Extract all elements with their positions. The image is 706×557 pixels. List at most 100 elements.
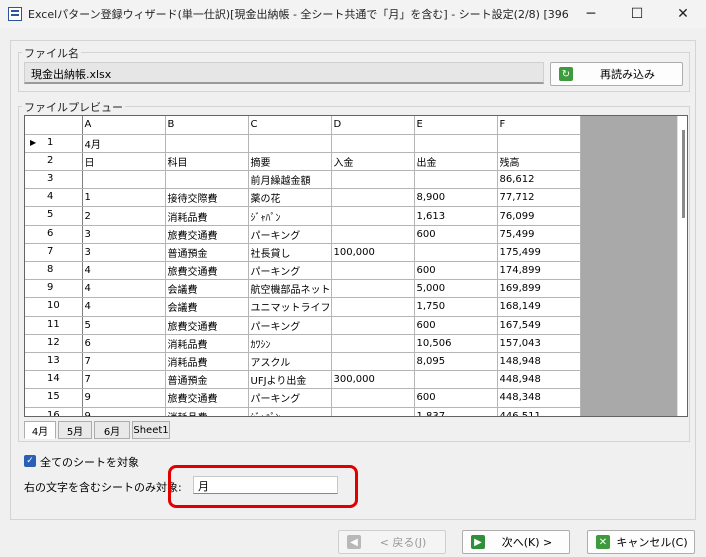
table-cell[interactable]: 600: [414, 388, 498, 408]
table-cell[interactable]: [331, 261, 415, 281]
table-cell[interactable]: 消耗品費: [165, 352, 249, 372]
table-cell[interactable]: 旅費交通費: [165, 225, 249, 244]
table-cell[interactable]: 摘要: [248, 152, 332, 172]
table-cell[interactable]: 77,712: [497, 188, 581, 208]
table-cell[interactable]: 9: [82, 407, 166, 416]
table-cell[interactable]: 3: [82, 225, 166, 244]
table-cell[interactable]: 4: [82, 297, 166, 317]
table-cell[interactable]: [331, 170, 415, 190]
preview-grid[interactable]: A B C D E F ▶ 1 4月 2 日科目 摘要 入金 出金 残高 3 前月繰越金額 86,612 4 1 接待交…: [24, 115, 688, 417]
table-cell[interactable]: 科目: [165, 152, 249, 172]
table-cell[interactable]: 1,837: [414, 407, 498, 416]
table-cell[interactable]: 薬の花: [248, 188, 332, 208]
table-row[interactable]: 9 4会議費航空機部品ネット... 5,000169,899: [25, 279, 581, 299]
table-cell[interactable]: [331, 188, 415, 208]
table-cell[interactable]: [331, 297, 415, 317]
table-cell[interactable]: 消耗品費: [165, 334, 249, 353]
row-header[interactable]: 15: [25, 388, 83, 408]
table-cell[interactable]: パーキング: [248, 261, 332, 281]
table-cell[interactable]: 300,000: [331, 370, 415, 390]
table-cell[interactable]: 8,900: [414, 188, 498, 208]
cancel-button[interactable]: ✕ キャンセル(C): [587, 530, 695, 554]
table-row[interactable]: 15 9 旅費交通費 パーキング 600 448,348: [25, 388, 581, 408]
table-cell[interactable]: 7: [82, 370, 166, 390]
table-row[interactable]: ▶ 1 4月: [25, 134, 581, 153]
table-cell[interactable]: 9: [82, 388, 166, 408]
table-cell[interactable]: パーキング: [248, 225, 332, 244]
table-row[interactable]: 12 6 消耗品費 ｶﾜｼﾝ 10,506 157,043: [25, 334, 581, 353]
table-cell[interactable]: 3: [82, 243, 166, 263]
table-cell[interactable]: [331, 352, 415, 372]
table-cell[interactable]: ｼﾞｬﾊﾟﾝ: [248, 407, 332, 416]
table-cell[interactable]: ｶﾜｼﾝ: [248, 334, 332, 353]
table-cell[interactable]: 旅費交通費: [165, 316, 249, 335]
table-cell[interactable]: 2: [82, 206, 166, 226]
table-cell[interactable]: [331, 316, 415, 335]
minimize-button[interactable]: ─: [568, 0, 614, 28]
table-row[interactable]: 7 3 普通預金 社長貸し 100,000 175,499: [25, 243, 581, 263]
row-header[interactable]: 13: [25, 352, 83, 372]
table-cell[interactable]: 100,000: [331, 243, 415, 263]
next-button[interactable]: ▶ 次へ(K) >: [462, 530, 570, 554]
table-cell[interactable]: パーキング: [248, 388, 332, 408]
table-row[interactable]: 8 4 旅費交通費 パーキング 600 174,899: [25, 261, 581, 281]
all-sheets-label[interactable]: 全てのシートを対象: [40, 454, 139, 470]
table-cell[interactable]: 消耗品費: [165, 206, 249, 226]
table-cell[interactable]: 5,000: [414, 279, 498, 299]
table-cell[interactable]: [331, 279, 415, 299]
table-cell[interactable]: 1,613: [414, 206, 498, 226]
table-cell[interactable]: 8,095: [414, 352, 498, 372]
table-cell[interactable]: UFJより出金: [248, 370, 332, 390]
table-cell[interactable]: 4: [82, 279, 166, 299]
table-cell[interactable]: 448,948: [497, 370, 581, 390]
table-cell[interactable]: 残高: [497, 152, 581, 172]
close-button[interactable]: ✕: [660, 0, 706, 28]
table-row[interactable]: 14 7 普通預金 UFJより出金 300,000 448,948: [25, 370, 581, 390]
table-cell[interactable]: 86,612: [497, 170, 581, 190]
row-header[interactable]: 6: [25, 225, 83, 244]
back-button[interactable]: ◀ < 戻る(J): [338, 530, 446, 554]
table-cell[interactable]: ユニマットライフ: [248, 297, 332, 317]
table-cell[interactable]: 1,750: [414, 297, 498, 317]
table-cell[interactable]: 7: [82, 352, 166, 372]
table-cell[interactable]: ｼﾞｬﾊﾟﾝ: [248, 206, 332, 226]
row-header[interactable]: 7: [25, 243, 83, 263]
table-row[interactable]: 11 5 旅費交通費 パーキング 600 167,549: [25, 316, 581, 335]
table-cell[interactable]: 旅費交通費: [165, 388, 249, 408]
table-cell[interactable]: 600: [414, 316, 498, 335]
table-cell[interactable]: 167,549: [497, 316, 581, 335]
table-cell[interactable]: 600: [414, 225, 498, 244]
table-cell[interactable]: [165, 170, 249, 190]
table-cell[interactable]: 148,948: [497, 352, 581, 372]
table-cell[interactable]: [331, 225, 415, 244]
table-cell[interactable]: 入金: [331, 152, 415, 172]
row-header[interactable]: 9: [25, 279, 83, 299]
row-header[interactable]: 5: [25, 206, 83, 226]
table-row[interactable]: 6 3 旅費交通費 パーキング 600 75,499: [25, 225, 581, 244]
table-cell[interactable]: [331, 388, 415, 408]
table-cell[interactable]: 448,348: [497, 388, 581, 408]
table-cell[interactable]: 社長貸し: [248, 243, 332, 263]
scrollbar-thumb[interactable]: [682, 130, 685, 218]
table-cell[interactable]: [414, 370, 498, 390]
table-row[interactable]: 16 9消耗品費ｼﾞｬﾊﾟﾝ 1,837446,511: [25, 407, 581, 416]
table-cell[interactable]: 4月: [82, 134, 166, 153]
table-cell[interactable]: 76,099: [497, 206, 581, 226]
all-sheets-checkbox[interactable]: ✓: [24, 455, 36, 467]
table-cell[interactable]: [497, 134, 581, 153]
table-cell[interactable]: 175,499: [497, 243, 581, 263]
row-header[interactable]: 14: [25, 370, 83, 390]
reload-button[interactable]: ↻ 再読み込み: [550, 62, 683, 86]
table-cell[interactable]: 4: [82, 261, 166, 281]
table-cell[interactable]: 75,499: [497, 225, 581, 244]
table-cell[interactable]: 169,899: [497, 279, 581, 299]
table-cell[interactable]: [331, 206, 415, 226]
sheet-tab[interactable]: 4月: [24, 421, 56, 439]
table-cell[interactable]: 出金: [414, 152, 498, 172]
table-cell[interactable]: 1: [82, 188, 166, 208]
table-cell[interactable]: 会議費: [165, 297, 249, 317]
table-cell[interactable]: 接待交際費: [165, 188, 249, 208]
maximize-button[interactable]: ☐: [614, 0, 660, 28]
table-cell[interactable]: 日: [82, 152, 166, 172]
table-cell[interactable]: [165, 134, 249, 153]
